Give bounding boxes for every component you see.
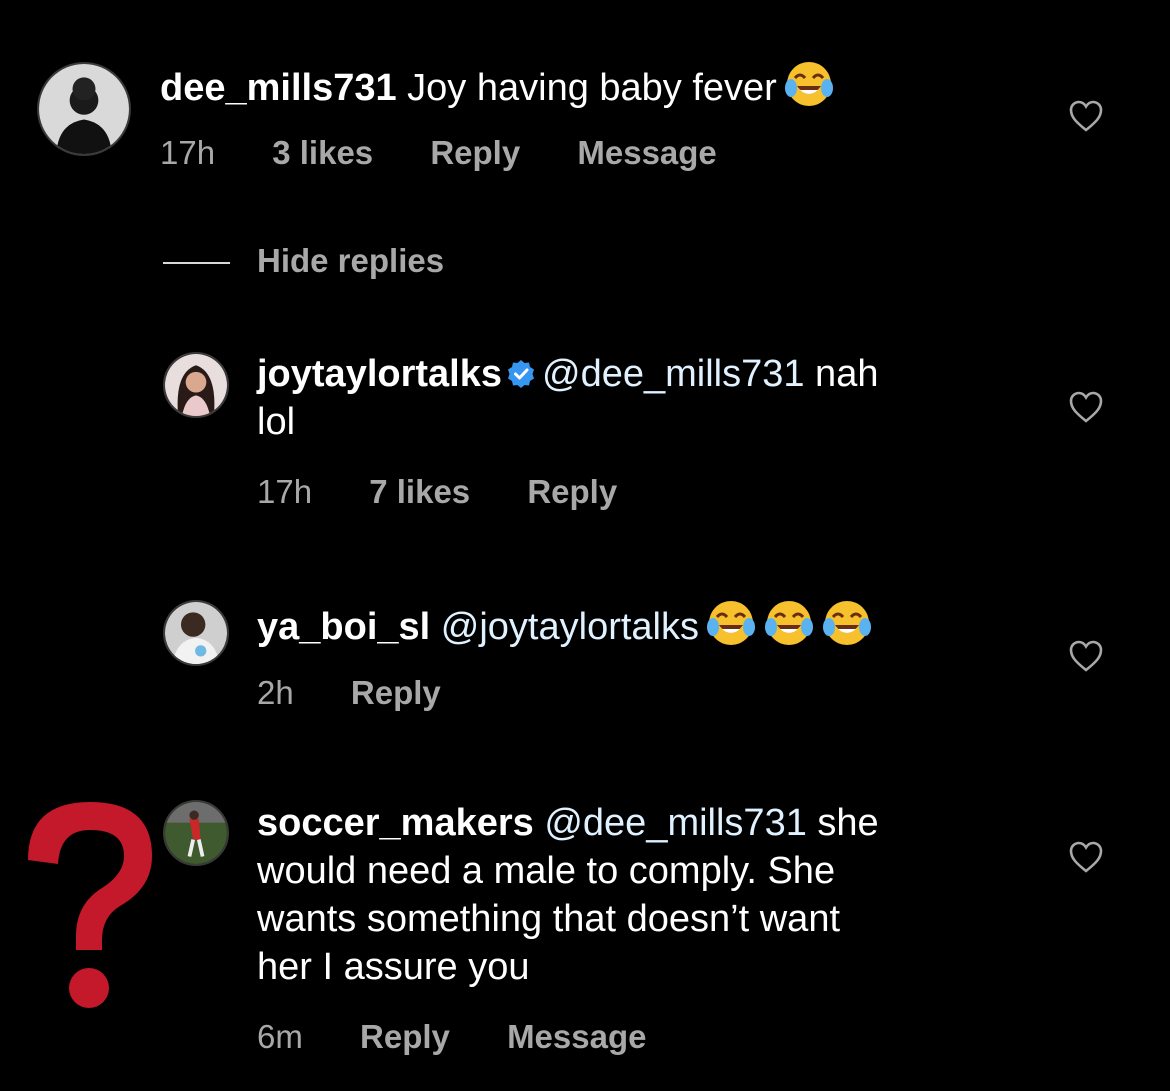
likes-count-button[interactable]: 3 likes	[272, 134, 373, 171]
comment-text: dee_mills731 Joy having baby fever	[160, 58, 1020, 112]
mention-link[interactable]: @dee_mills731	[542, 353, 805, 395]
likes-count-button[interactable]: 7 likes	[369, 473, 470, 510]
reply-body-line3: wants something that doesn’t want	[257, 898, 841, 940]
reply-button[interactable]: Reply	[430, 134, 520, 171]
message-button[interactable]: Message	[577, 134, 716, 171]
tears-of-joy-emoji	[763, 597, 815, 649]
comment-username[interactable]: dee_mills731	[160, 67, 397, 109]
reply-text: joytaylortalks @dee_mills731 nah lol	[257, 350, 1017, 446]
avatar-joytaylortalks[interactable]	[163, 352, 229, 418]
hide-replies-button[interactable]: Hide replies	[257, 242, 444, 280]
comment-body: Joy having baby fever	[407, 67, 777, 109]
avatar-ya-boi-sl[interactable]	[163, 600, 229, 666]
heart-outline-icon[interactable]	[1068, 99, 1104, 133]
avatar-image	[39, 64, 129, 154]
reply-button[interactable]: Reply	[527, 473, 617, 510]
avatar-image	[165, 602, 227, 664]
hide-replies-divider	[163, 262, 230, 264]
reply-body-line4: her I assure you	[257, 946, 530, 988]
reply-body-line2: lol	[257, 401, 296, 443]
reply-meta: 17h 7 likes Reply	[257, 473, 665, 511]
mention-link[interactable]: @joytaylortalks	[441, 606, 699, 648]
avatar-soccer-makers[interactable]	[163, 800, 229, 866]
comment-time: 17h	[160, 134, 216, 171]
reply-body-line2: would need a male to comply. She	[257, 850, 836, 892]
reply-username[interactable]: soccer_makers	[257, 802, 534, 844]
tears-of-joy-emoji	[783, 58, 835, 110]
reply-username[interactable]: joytaylortalks	[257, 353, 502, 395]
heart-outline-icon[interactable]	[1068, 390, 1104, 424]
heart-outline-icon[interactable]	[1068, 840, 1104, 874]
heart-outline-icon[interactable]	[1068, 639, 1104, 673]
reply-time: 17h	[257, 473, 313, 510]
tears-of-joy-emoji	[705, 597, 757, 649]
reply-button[interactable]: Reply	[351, 674, 441, 711]
reply-time: 2h	[257, 674, 294, 711]
reply-time: 6m	[257, 1018, 303, 1055]
message-button[interactable]: Message	[507, 1018, 646, 1055]
reply-meta: 6m Reply Message	[257, 1018, 694, 1056]
tears-of-joy-emoji	[821, 597, 873, 649]
verified-badge-icon	[506, 359, 536, 389]
avatar-image	[165, 802, 227, 864]
comment-meta: 17h 3 likes Reply Message	[160, 134, 765, 172]
avatar-image	[165, 354, 227, 416]
reply-text: soccer_makers @dee_mills731 she would ne…	[257, 799, 1017, 991]
reply-meta: 2h Reply	[257, 674, 489, 712]
reply-text: ya_boi_sl @joytaylortalks	[257, 597, 1017, 651]
reply-button[interactable]: Reply	[360, 1018, 450, 1055]
question-mark-overlay	[20, 790, 160, 1020]
reply-username[interactable]: ya_boi_sl	[257, 606, 430, 648]
mention-link[interactable]: @dee_mills731	[544, 802, 807, 844]
reply-body-line1: nah	[804, 353, 879, 395]
avatar-dee-mills731[interactable]	[37, 62, 131, 156]
reply-body-line1: she	[806, 802, 879, 844]
